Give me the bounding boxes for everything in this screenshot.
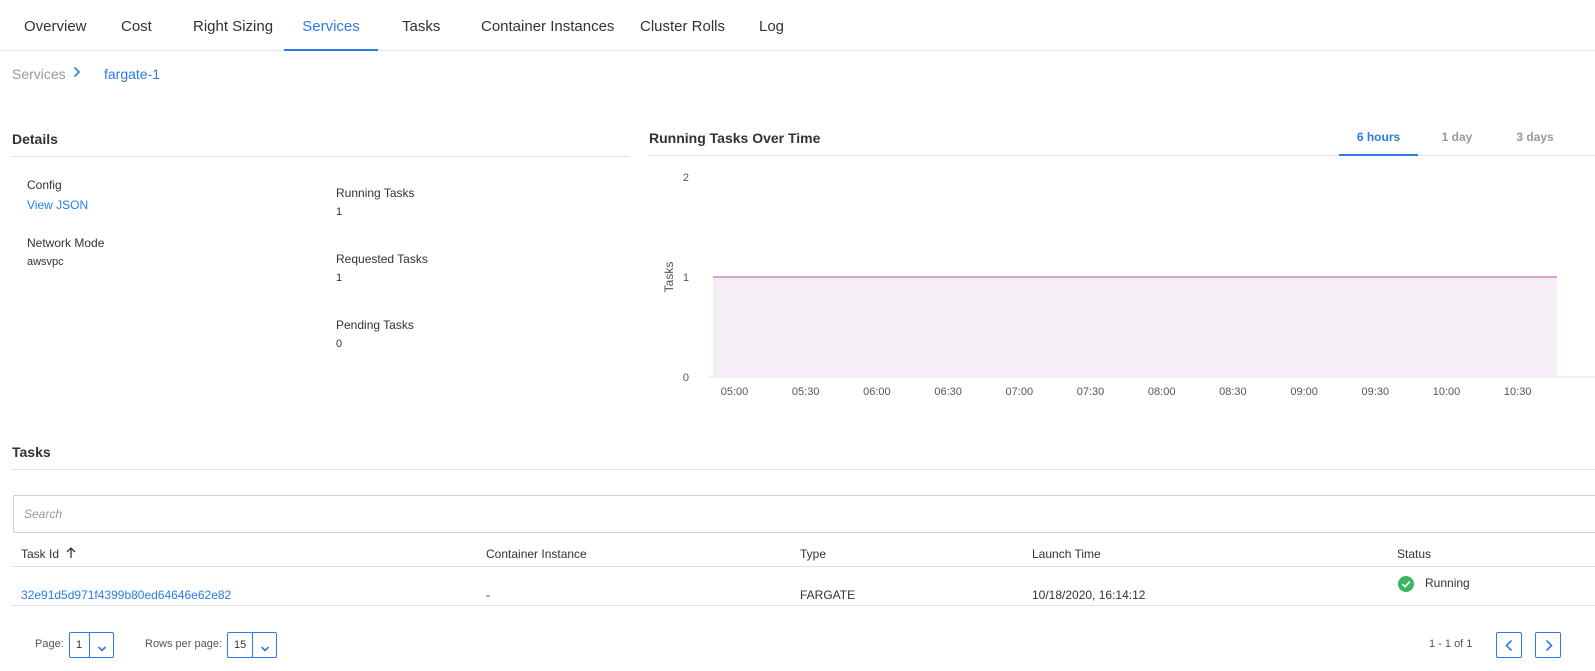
y-tick-label: 1	[683, 272, 689, 284]
running-tasks-label: Running Tasks	[336, 186, 415, 200]
y-tick-label: 2	[683, 172, 689, 184]
details-title: Details	[12, 131, 58, 147]
column-header-launch-time[interactable]: Launch Time	[1032, 547, 1101, 561]
rows-per-page-dropdown-button[interactable]	[252, 632, 277, 658]
column-header-type[interactable]: Type	[800, 547, 826, 561]
rows-per-page-select[interactable]: 15	[227, 632, 253, 658]
type-cell: FARGATE	[800, 588, 856, 602]
page-select[interactable]: 1	[69, 632, 90, 658]
network-mode-value: awsvpc	[27, 256, 64, 268]
tab-overview[interactable]: Overview	[0, 0, 111, 51]
page-dropdown-button[interactable]	[89, 632, 114, 658]
tab-right-sizing[interactable]: Right Sizing	[169, 0, 297, 51]
pending-tasks-value: 0	[336, 338, 343, 350]
container-instance-cell: -	[486, 588, 490, 602]
table-row-divider	[12, 605, 1595, 606]
x-tick-label: 08:00	[1148, 386, 1176, 398]
pending-tasks-label: Pending Tasks	[336, 318, 414, 332]
top-nav-tabs: Overview Cost Right Sizing Services Task…	[0, 0, 1595, 51]
next-page-button[interactable]	[1535, 632, 1561, 658]
tasks-title: Tasks	[12, 444, 51, 460]
tab-tasks[interactable]: Tasks	[378, 0, 464, 51]
search-input[interactable]	[13, 495, 1595, 533]
tasks-divider	[12, 469, 1595, 470]
page-label: Page:	[35, 638, 64, 650]
column-header-task-id[interactable]: Task Id	[21, 547, 76, 561]
requested-tasks-label: Requested Tasks	[336, 252, 428, 266]
x-tick-label: 10:30	[1504, 386, 1532, 398]
x-tick-label: 07:00	[1006, 386, 1034, 398]
network-mode-label: Network Mode	[27, 236, 105, 250]
x-tick-label: 05:30	[792, 386, 820, 398]
config-label: Config	[27, 178, 62, 192]
rows-per-page-label: Rows per page:	[145, 638, 223, 650]
details-divider	[12, 156, 629, 157]
running-tasks-chart: 0 1 2 Tasks 05:00 05:30 06:00 06:30 07:00 07:30 08…	[662, 172, 1595, 398]
x-tick-label: 10:00	[1433, 386, 1461, 398]
tab-cost[interactable]: Cost	[97, 0, 176, 51]
column-label-task-id: Task Id	[21, 547, 60, 561]
x-tick-label: 07:30	[1077, 386, 1105, 398]
launch-time-cell: 10/18/2020, 16:14:12	[1032, 588, 1146, 602]
range-tab-6-hours[interactable]: 6 hours	[1339, 123, 1418, 156]
column-header-status[interactable]: Status	[1397, 547, 1431, 561]
breadcrumb-current: fargate-1	[104, 66, 161, 82]
tab-container-instances[interactable]: Container Instances	[457, 0, 638, 51]
tab-services[interactable]: Services	[284, 0, 378, 51]
range-tab-1-day[interactable]: 1 day	[1418, 123, 1496, 156]
y-axis-label: Tasks	[662, 262, 676, 293]
status-cell: Running	[1425, 576, 1470, 590]
chart-title: Running Tasks Over Time	[649, 130, 821, 146]
tab-log[interactable]: Log	[735, 0, 808, 51]
x-tick-label: 08:30	[1219, 386, 1247, 398]
y-tick-label: 0	[683, 372, 689, 384]
view-json-link[interactable]: View JSON	[27, 198, 88, 212]
breadcrumb-services-link[interactable]: Services	[12, 66, 66, 82]
x-tick-label: 09:00	[1290, 386, 1318, 398]
range-tab-3-days[interactable]: 3 days	[1496, 123, 1574, 156]
task-id-link[interactable]: 32e91d5d971f4399b80ed64646e62e82	[21, 588, 231, 602]
table-header-divider	[12, 566, 1595, 567]
x-tick-label: 06:30	[934, 386, 962, 398]
previous-page-button[interactable]	[1496, 632, 1522, 658]
x-tick-label: 06:00	[863, 386, 891, 398]
chevron-down-icon	[97, 641, 107, 656]
pagination-count: 1 - 1 of 1	[1429, 638, 1473, 650]
series-area	[713, 277, 1557, 377]
column-header-container-instance[interactable]: Container Instance	[486, 547, 587, 561]
chevron-left-icon	[1505, 639, 1513, 655]
x-tick-label: 05:00	[721, 386, 749, 398]
running-tasks-value: 1	[336, 206, 343, 218]
sort-ascending-icon[interactable]	[66, 546, 76, 562]
chevron-right-icon	[73, 65, 81, 82]
chevron-right-icon	[1545, 639, 1553, 655]
x-tick-label: 09:30	[1362, 386, 1390, 398]
tab-cluster-rolls[interactable]: Cluster Rolls	[616, 0, 749, 51]
chevron-down-icon	[260, 641, 270, 656]
check-circle-icon	[1398, 576, 1414, 595]
requested-tasks-value: 1	[336, 272, 343, 284]
